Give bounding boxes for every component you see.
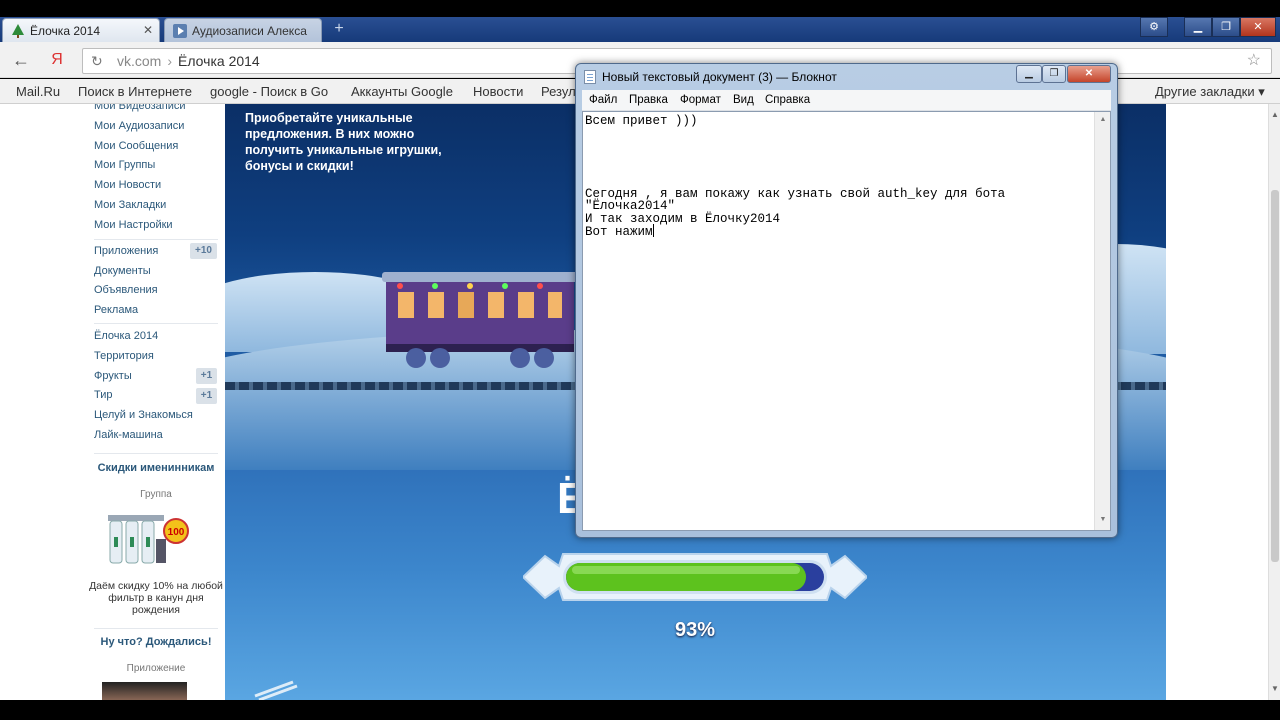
ad-title[interactable]: Ну что? Дождались!: [88, 636, 224, 649]
back-arrow-icon[interactable]: ←: [10, 50, 32, 70]
text-line: "Ёлочка2014": [585, 199, 676, 213]
play-icon: [173, 23, 187, 38]
progress-percentage: 93%: [674, 619, 716, 641]
notepad-menubar: Файл Правка Формат Вид Справка: [582, 90, 1111, 111]
ad-image-badge: 100: [168, 527, 185, 538]
sidebar-item[interactable]: Документы: [94, 265, 151, 277]
sidebar-item[interactable]: Мои Видеозаписи: [94, 104, 186, 112]
close-tab-icon[interactable]: ✕: [143, 23, 153, 37]
tab-elochka[interactable]: Ёлочка 2014 ✕: [2, 18, 160, 42]
bookmark-item[interactable]: Поиск в Интернете: [78, 84, 192, 99]
bookmark-item[interactable]: Mail.Ru: [16, 84, 60, 99]
ad-subtitle: Группа: [140, 489, 172, 500]
sidebar-item[interactable]: Мои Группы: [94, 159, 155, 171]
address-separator: ›: [167, 53, 173, 69]
notepad-window[interactable]: Новый текстовый документ (3) — Блокнот ▁…: [575, 63, 1118, 538]
notepad-icon: [584, 70, 596, 84]
page-scrollbar[interactable]: ▲ ▼: [1268, 104, 1280, 700]
other-bookmarks[interactable]: Другие закладки ▾: [1155, 84, 1265, 100]
tree-icon: [12, 23, 24, 38]
bookmark-star-icon[interactable]: ☆: [1247, 49, 1261, 73]
bookmark-item[interactable]: Аккаунты Google: [351, 84, 453, 99]
sidebar-item[interactable]: Мои Закладки: [94, 199, 166, 211]
text-caret: [652, 224, 654, 237]
loading-progress-bar: [523, 553, 867, 601]
sidebar-item[interactable]: Мои Настройки: [94, 219, 173, 231]
divider: [94, 628, 218, 629]
bookmark-item[interactable]: Новости: [473, 84, 523, 99]
sidebar-item[interactable]: Мои Сообщения: [94, 140, 178, 152]
maximize-button[interactable]: ❐: [1042, 65, 1066, 83]
notepad-text-area[interactable]: Всем привет ))) Сегодня , я вам покажу к…: [582, 111, 1111, 531]
tab-title: Ёлочка 2014: [30, 23, 101, 38]
tab-strip: Ёлочка 2014 ✕ Аудиозаписи Алекса: [0, 17, 1280, 42]
address-page: Ёлочка 2014: [178, 53, 260, 69]
text-line: Всем привет ))): [585, 114, 698, 128]
right-page-area: [1166, 104, 1268, 700]
count-badge: +10: [190, 243, 217, 259]
scroll-down-icon[interactable]: ▼: [1269, 684, 1280, 693]
ad-subtitle: Приложение: [126, 663, 186, 674]
count-badge: +1: [196, 368, 217, 384]
sidebar-item[interactable]: Фрукты: [94, 370, 132, 382]
scroll-up-icon[interactable]: ▲: [1095, 116, 1111, 123]
sidebar-item[interactable]: Тир: [94, 389, 113, 401]
sidebar-item[interactable]: Мои Аудиозаписи: [94, 120, 184, 132]
ad-text[interactable]: Даём скидку 10% на любой фильтр в канун …: [88, 580, 224, 616]
app-thumbnail[interactable]: [102, 682, 187, 700]
yandex-icon[interactable]: Я: [46, 50, 68, 70]
menu-format[interactable]: Формат: [680, 94, 721, 106]
tab-title: Аудиозаписи Алекса: [192, 23, 307, 38]
progress-gloss: [572, 566, 800, 574]
notepad-title: Новый текстовый документ (3) — Блокнот: [602, 70, 837, 84]
divider: [94, 453, 218, 454]
minimize-button[interactable]: ▁: [1016, 65, 1042, 83]
sidebar-item[interactable]: Целуй и Знакомься: [94, 409, 193, 421]
sidebar-item[interactable]: Объявления: [94, 284, 158, 296]
new-tab-button[interactable]: +: [328, 20, 350, 38]
minimize-button[interactable]: ▁: [1184, 17, 1212, 37]
count-badge: +1: [196, 388, 217, 404]
maximize-button[interactable]: ❐: [1212, 17, 1240, 37]
promo-text: Приобретайте уникальные предложения. В н…: [245, 111, 442, 173]
text-line-last: Вот нажим: [585, 224, 654, 239]
water-filter-image[interactable]: 100: [106, 509, 206, 571]
sidebar-item[interactable]: Приложения: [94, 245, 158, 257]
bookmark-item[interactable]: Резул: [541, 84, 576, 99]
menu-view[interactable]: Вид: [733, 94, 754, 106]
divider: [94, 323, 218, 324]
sidebar-item[interactable]: Ёлочка 2014: [94, 330, 158, 342]
menu-help[interactable]: Справка: [765, 94, 810, 106]
scroll-thumb[interactable]: [1271, 190, 1279, 562]
snowflake-decoration-icon: [254, 680, 298, 700]
bookmark-item[interactable]: google - Поиск в Go: [210, 84, 334, 99]
text-line: Вот нажим: [585, 225, 653, 239]
sidebar-item[interactable]: Территория: [94, 350, 154, 362]
ad-title[interactable]: Скидки именинникам: [88, 462, 224, 475]
close-button[interactable]: ✕: [1067, 65, 1111, 83]
reload-icon[interactable]: ↻: [91, 49, 103, 73]
menu-edit[interactable]: Правка: [629, 94, 668, 106]
screen-bottom-bar: [0, 700, 1280, 720]
divider: [94, 239, 218, 240]
left-sidebar: Мои Видеозаписи Мои Аудиозаписи Мои Сооб…: [88, 104, 224, 700]
sidebar-item[interactable]: Реклама: [94, 304, 138, 316]
sidebar-item[interactable]: Мои Новости: [94, 179, 161, 191]
settings-icon[interactable]: ⚙: [1140, 17, 1168, 37]
notepad-scrollbar[interactable]: ▲ ▼: [1094, 112, 1110, 530]
scroll-down-icon[interactable]: ▼: [1095, 516, 1111, 523]
address-domain: vk.com: [117, 53, 162, 69]
menu-file[interactable]: Файл: [589, 94, 617, 106]
scroll-up-icon[interactable]: ▲: [1269, 110, 1280, 119]
train-car-image: [382, 272, 578, 368]
close-window-button[interactable]: ✕: [1240, 17, 1276, 37]
sidebar-item[interactable]: Лайк-машина: [94, 429, 163, 441]
tab-audio[interactable]: Аудиозаписи Алекса: [164, 18, 322, 42]
